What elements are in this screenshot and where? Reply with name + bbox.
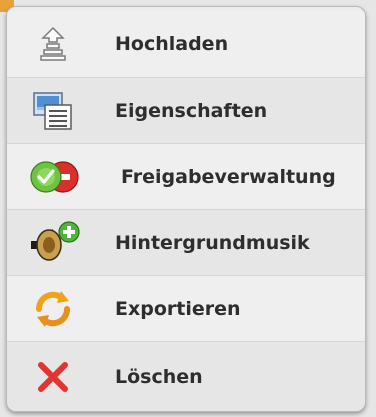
menu-item-label: Freigabeverwaltung [121, 165, 336, 188]
context-menu: Hochladen Eigenschaften Freigabeverwaltu… [6, 6, 366, 412]
export-icon [29, 285, 77, 333]
menu-item-freigabeverwaltung[interactable]: Freigabeverwaltung [7, 143, 365, 209]
menu-item-label: Löschen [115, 365, 203, 388]
menu-item-loeschen[interactable]: Löschen [7, 341, 365, 411]
menu-item-label: Eigenschaften [115, 99, 268, 122]
delete-icon [29, 353, 77, 401]
menu-item-eigenschaften[interactable]: Eigenschaften [7, 77, 365, 143]
menu-item-exportieren[interactable]: Exportieren [7, 275, 365, 341]
upload-icon [29, 20, 77, 68]
menu-item-label: Exportieren [115, 297, 241, 320]
menu-item-hintergrundmusik[interactable]: Hintergrundmusik [7, 209, 365, 275]
share-management-icon [25, 153, 83, 201]
menu-item-label: Hochladen [115, 33, 229, 55]
background-music-icon [23, 219, 83, 267]
screen: Hochladen Eigenschaften Freigabeverwaltu… [0, 0, 376, 417]
menu-item-hochladen[interactable]: Hochladen [7, 11, 365, 77]
properties-icon [29, 87, 77, 135]
menu-item-label: Hintergrundmusik [115, 231, 310, 254]
